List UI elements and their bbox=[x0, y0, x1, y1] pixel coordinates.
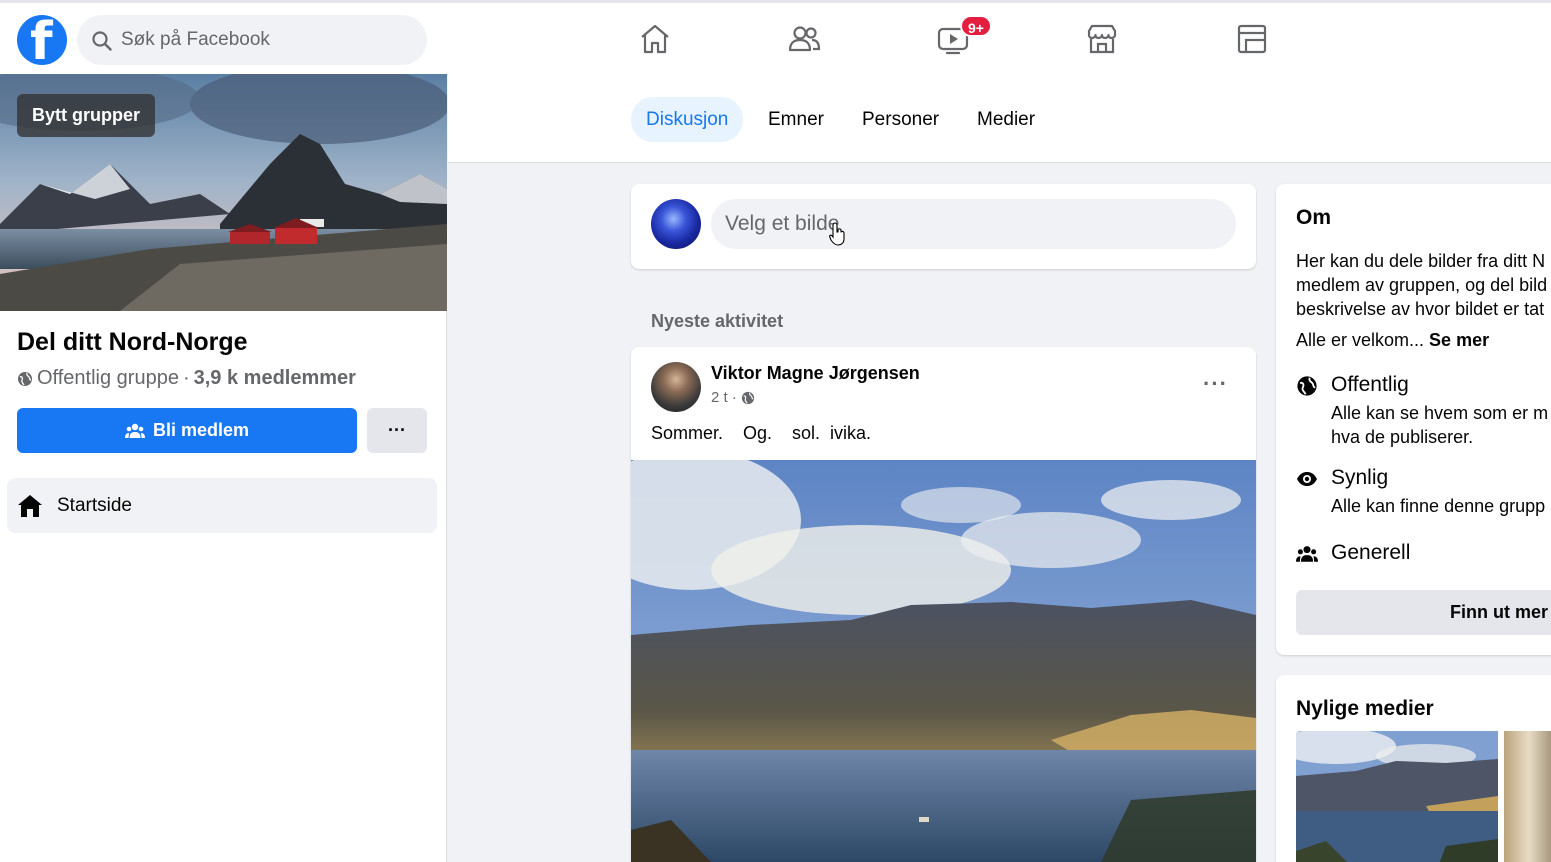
search-input[interactable] bbox=[121, 15, 411, 65]
tab-diskusjon[interactable]: Diskusjon bbox=[631, 97, 744, 142]
about-desc-line: beskrivelse av hvor bildet er tat bbox=[1296, 299, 1545, 319]
group-cover-photo: Bytt grupper bbox=[0, 74, 447, 311]
watch-notification-badge: 9+ bbox=[960, 15, 992, 37]
about-description: Her kan du dele bilder fra ditt N medlem… bbox=[1296, 249, 1551, 321]
about-more: Alle er velkom... Se mer bbox=[1296, 330, 1489, 351]
sidebar-item-label: Startside bbox=[57, 494, 132, 516]
nav-marketplace-button[interactable] bbox=[1084, 21, 1120, 57]
group-sidebar: Bytt grupper Del ditt Nord-Norge Offentl… bbox=[0, 74, 447, 862]
group-more-options-button[interactable]: ··· bbox=[367, 408, 427, 453]
globe-icon bbox=[1297, 376, 1317, 396]
about-title: Om bbox=[1296, 206, 1332, 229]
join-group-icon bbox=[124, 423, 145, 438]
media-thumbnail[interactable] bbox=[1504, 731, 1551, 862]
post-author-avatar[interactable] bbox=[651, 362, 701, 412]
feed-section-label: Nyeste aktivitet bbox=[651, 311, 784, 331]
recent-media-title: Nylige medier bbox=[1296, 697, 1434, 720]
switch-groups-button[interactable]: Bytt grupper bbox=[17, 94, 155, 137]
see-more-link[interactable]: Se mer bbox=[1429, 330, 1489, 350]
facebook-logo-letter: f bbox=[30, 12, 53, 72]
recent-media-card: Nylige medier bbox=[1276, 675, 1551, 862]
media-thumbnail[interactable] bbox=[1296, 731, 1498, 862]
about-card: Om Her kan du dele bilder fra ditt N med… bbox=[1276, 184, 1551, 655]
about-desc-line: medlem av gruppen, og del bild bbox=[1296, 275, 1548, 295]
post-timestamp: 2 t · bbox=[711, 389, 755, 406]
sidebar-item-startside[interactable]: Startside bbox=[7, 478, 437, 533]
people-icon bbox=[1296, 546, 1318, 562]
post-text: Sommer. Og. sol. ivika. bbox=[651, 423, 872, 443]
post-author-name[interactable]: Viktor Magne Jørgensen bbox=[711, 363, 920, 384]
friends-icon bbox=[788, 26, 821, 52]
about-item-subtitle-line: Alle kan finne denne grupp bbox=[1331, 496, 1546, 516]
group-title[interactable]: Del ditt Nord-Norge bbox=[17, 328, 248, 357]
user-avatar[interactable] bbox=[651, 199, 701, 249]
facebook-logo[interactable]: f bbox=[17, 12, 67, 72]
top-navigation-bar: f 9+ bbox=[0, 0, 1551, 74]
marketplace-icon bbox=[1087, 24, 1117, 54]
learn-more-button[interactable]: Finn ut mer bbox=[1296, 590, 1551, 635]
tab-medier[interactable]: Medier bbox=[962, 97, 1050, 142]
globe-icon bbox=[18, 371, 32, 386]
about-item-subtitle: Alle kan se hvem som er m hva de publise… bbox=[1331, 401, 1548, 449]
about-item-subtitle-line: Alle kan se hvem som er m bbox=[1331, 403, 1549, 423]
join-group-button[interactable]: Bli medlem bbox=[17, 408, 357, 453]
post-more-options-button[interactable]: ··· bbox=[1203, 371, 1228, 397]
group-tabs-bar: Diskusjon Emner Personer Medier bbox=[448, 74, 1551, 163]
post-time-text[interactable]: 2 t · bbox=[711, 389, 737, 406]
about-item-subtitle: Alle kan finne denne grupp bbox=[1331, 494, 1545, 518]
group-meta: Offentlig gruppe · 3,9 k medlemmer bbox=[17, 367, 356, 390]
search-icon bbox=[92, 31, 112, 51]
hand-cursor-icon bbox=[829, 222, 845, 246]
nav-groups-button[interactable] bbox=[1234, 21, 1270, 57]
tab-personer[interactable]: Personer bbox=[847, 97, 954, 142]
nav-friends-button[interactable] bbox=[786, 21, 822, 57]
group-member-count[interactable]: 3,9 k medlemmer bbox=[194, 367, 356, 390]
about-desc-line: Her kan du dele bilder fra ditt N bbox=[1296, 251, 1546, 271]
about-item-title: Synlig bbox=[1331, 466, 1389, 489]
post-photo[interactable] bbox=[631, 460, 1256, 862]
search-box[interactable] bbox=[77, 15, 427, 65]
nav-home-button[interactable] bbox=[637, 21, 673, 57]
composer-input[interactable] bbox=[711, 199, 1236, 249]
meta-separator: · bbox=[182, 367, 190, 389]
tab-emner[interactable]: Emner bbox=[753, 97, 839, 142]
groups-icon bbox=[1237, 24, 1267, 54]
join-group-label: Bli medlem bbox=[152, 420, 250, 440]
about-item-title: Offentlig bbox=[1331, 373, 1409, 396]
eye-icon bbox=[1297, 472, 1317, 486]
about-more-prefix: Alle er velkom... bbox=[1296, 330, 1430, 350]
about-item-subtitle-line: hva de publiserer. bbox=[1331, 427, 1474, 447]
about-item-title: Generell bbox=[1331, 541, 1411, 564]
home-filled-icon bbox=[18, 494, 42, 517]
group-privacy: Offentlig gruppe bbox=[37, 367, 179, 389]
globe-icon bbox=[741, 391, 754, 404]
home-icon bbox=[641, 24, 669, 54]
post-composer bbox=[631, 184, 1256, 269]
feed-post: Viktor Magne Jørgensen 2 t · ··· Sommer.… bbox=[631, 347, 1256, 862]
